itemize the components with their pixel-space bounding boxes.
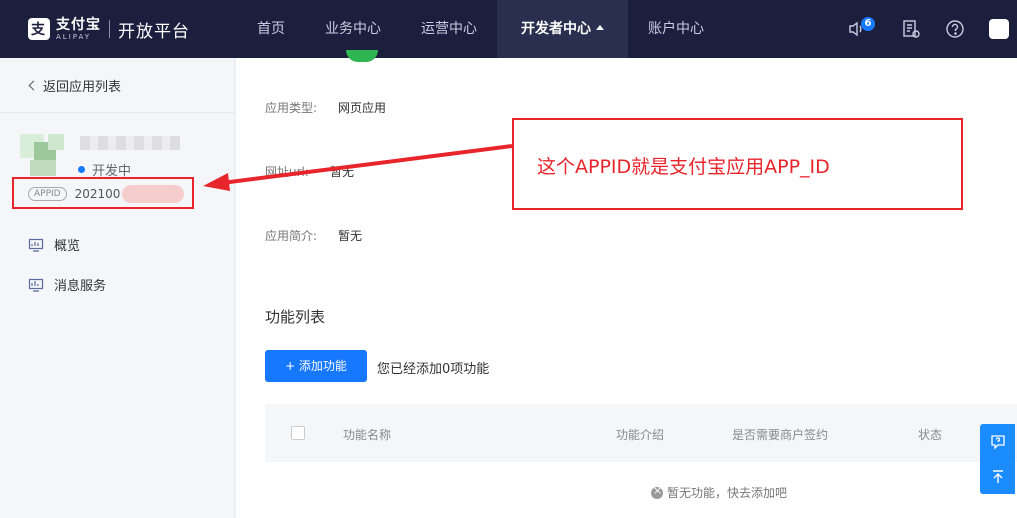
speaker-icon[interactable]: 6 [847, 17, 875, 39]
nav-developer-center-label: 开发者中心 [521, 21, 591, 37]
th-status: 状态 [918, 428, 943, 442]
th-feature-intro: 功能介绍 [616, 428, 665, 442]
annotation-box-appid [12, 177, 194, 209]
floating-tools [980, 424, 1015, 494]
top-navigation-bar: 支付宝 ALIPAY 开放平台 首页 业务中心 运营中心 开发者中心 账户中心 … [0, 0, 1017, 58]
sidebar-item-message-service[interactable]: 消息服务 [28, 275, 106, 294]
logo-brand-en: ALIPAY [56, 32, 92, 41]
message-chart-icon [28, 278, 44, 292]
logo-brand-text: 支付宝 [56, 16, 101, 33]
platform-title: 开放平台 [118, 21, 190, 42]
doc-clock-icon[interactable] [901, 19, 921, 39]
app-name-redacted [80, 136, 180, 150]
sidebar-item-overview-label: 概览 [54, 239, 81, 254]
feature-list-title: 功能列表 [265, 308, 326, 326]
sidebar-item-overview[interactable]: 概览 [28, 235, 80, 254]
app-avatar [20, 130, 70, 178]
field-description-label: 应用简介: [265, 229, 318, 243]
field-app-type-label: 应用类型: [265, 101, 318, 115]
nav-account-center[interactable]: 账户中心 [628, 0, 724, 58]
field-app-type-value: 网页应用 [338, 101, 387, 115]
app-logo-partial [346, 50, 378, 62]
app-sidebar: 返回应用列表 开发中 APPID 202100 概览 消息服务 [0, 58, 235, 518]
main-nav: 首页 业务中心 运营中心 开发者中心 账户中心 [237, 0, 724, 58]
question-chat-icon [990, 434, 1005, 450]
sidebar-item-message-service-label: 消息服务 [54, 279, 107, 294]
alipay-logo[interactable]: 支付宝 ALIPAY 开放平台 [28, 16, 190, 42]
field-description-value: 暂无 [338, 229, 363, 243]
annotation-callout-text: 这个APPID就是支付宝应用APP_ID [537, 156, 830, 178]
sidebar-divider [0, 112, 235, 113]
monitor-chart-icon [28, 238, 44, 252]
nav-home[interactable]: 首页 [237, 0, 305, 58]
field-url-label: 网址url: [265, 165, 309, 179]
nav-operation-center[interactable]: 运营中心 [401, 0, 497, 58]
empty-state-icon [651, 484, 663, 499]
feature-count-note: 您已经添加0项功能 [377, 362, 490, 377]
field-url-value: 暂无 [330, 165, 355, 179]
topbar-actions: 6 [823, 0, 1017, 58]
empty-state: 暂无功能，快去添加吧 [651, 484, 787, 501]
back-to-top-button[interactable] [980, 459, 1015, 494]
back-label: 返回应用列表 [43, 80, 122, 95]
alipay-logo-icon [28, 18, 50, 40]
logo-divider [109, 20, 110, 38]
nav-developer-center[interactable]: 开发者中心 [497, 0, 628, 58]
add-feature-button[interactable]: + 添加功能 [265, 350, 367, 382]
select-all-checkbox[interactable] [291, 426, 305, 440]
back-to-app-list[interactable]: 返回应用列表 [28, 76, 122, 95]
app-icon[interactable] [989, 19, 1009, 39]
feedback-button[interactable] [980, 424, 1015, 459]
th-merchant-sign: 是否需要商户签约 [732, 428, 829, 442]
th-feature-name: 功能名称 [343, 428, 392, 442]
notification-badge: 6 [861, 17, 875, 31]
chevron-left-icon [28, 80, 39, 91]
annotation-callout: 这个APPID就是支付宝应用APP_ID [512, 118, 963, 210]
help-icon[interactable] [945, 19, 965, 39]
arrow-up-icon [992, 469, 1003, 483]
feature-table-header: 功能名称 功能介绍 是否需要商户签约 状态 [265, 404, 1017, 462]
status-dot-icon [78, 166, 85, 173]
empty-state-text: 暂无功能，快去添加吧 [667, 486, 788, 500]
caret-up-icon [596, 25, 604, 30]
